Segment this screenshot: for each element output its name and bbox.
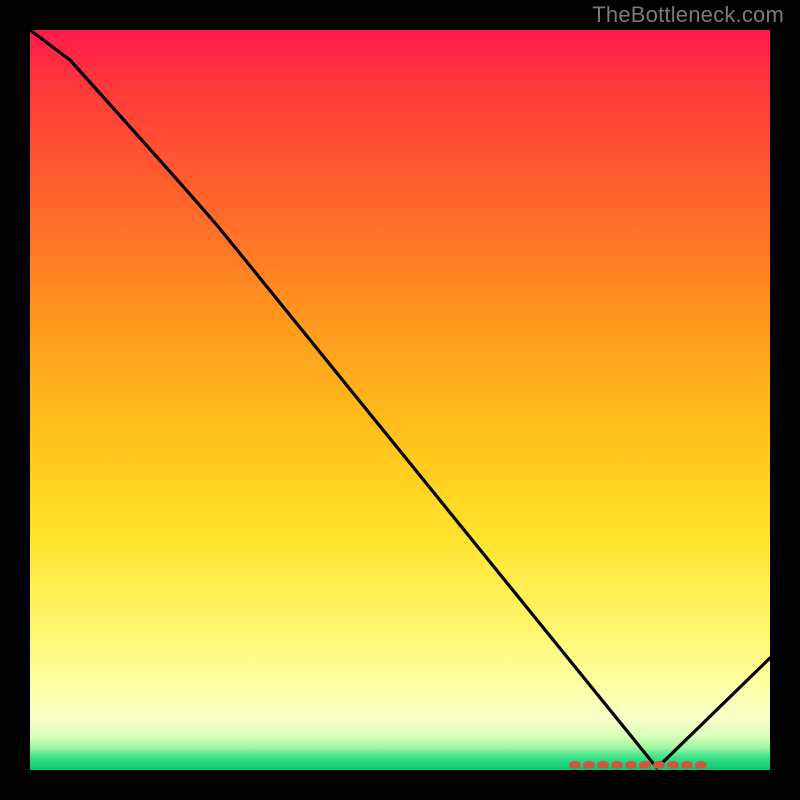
curve-line [30, 30, 770, 768]
watermark-text: TheBottleneck.com [592, 2, 784, 28]
chart-frame: TheBottleneck.com [0, 0, 800, 800]
plot-area [30, 30, 770, 770]
plot-svg [30, 30, 770, 770]
marker-dots [569, 761, 707, 769]
